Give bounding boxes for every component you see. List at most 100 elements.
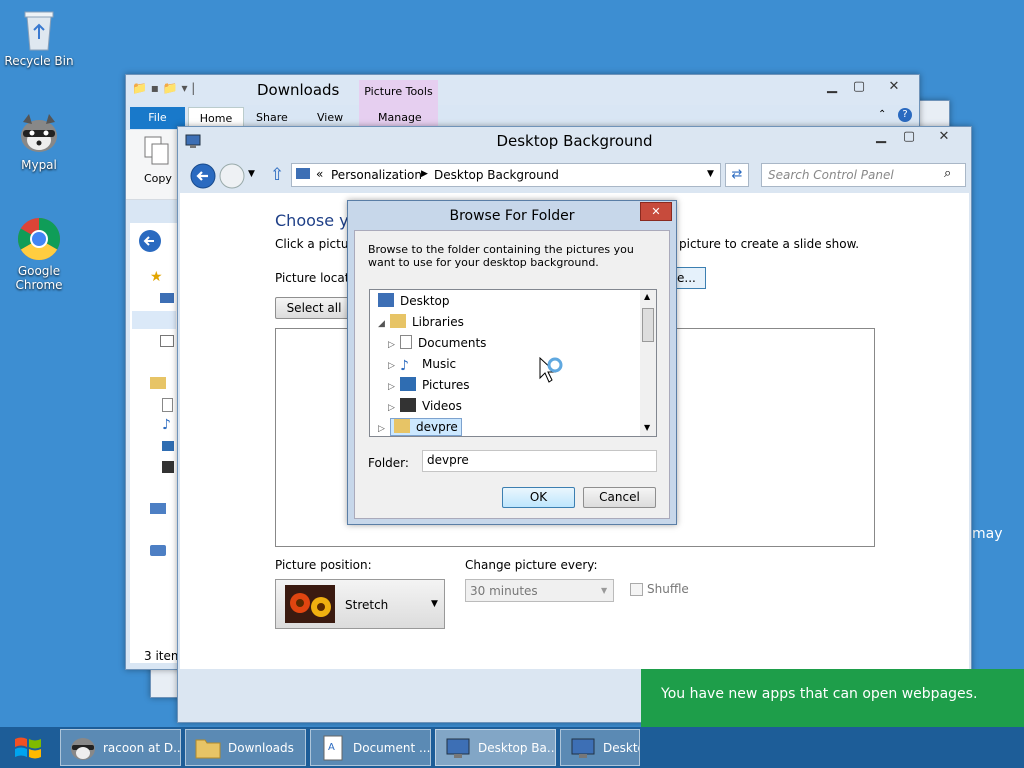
notification-message: You have new apps that can open webpages… — [661, 686, 978, 702]
network-nav-icon[interactable] — [150, 545, 166, 556]
close-button[interactable]: ✕ — [924, 129, 964, 147]
up-arrow-icon[interactable]: ⇧ — [270, 165, 284, 185]
maximize-button[interactable]: ▢ — [846, 79, 872, 97]
busy-cursor-icon — [539, 356, 563, 383]
libraries-icon — [390, 314, 406, 328]
tree-item-libraries[interactable]: ◢ Libraries — [378, 312, 464, 332]
recent-pages-dropdown-icon[interactable]: ▼ — [248, 169, 255, 179]
shuffle-checkbox[interactable] — [630, 583, 643, 596]
collapsed-arrow-icon[interactable]: ▷ — [388, 377, 400, 397]
downloads-nav-icon[interactable] — [132, 311, 176, 329]
ribbon-collapse-icon[interactable]: ⌃ — [878, 109, 886, 120]
select-all-button[interactable]: Select all — [275, 297, 353, 319]
quick-access-toolbar[interactable]: 📁 ▪ 📁 ▾ | — [132, 81, 195, 95]
tree-item-devpre[interactable]: ▷ devpre — [378, 417, 462, 436]
help-icon[interactable]: ? — [898, 108, 912, 122]
pictures-nav-icon[interactable] — [162, 441, 174, 451]
breadcrumb-overflow[interactable]: « — [316, 167, 323, 181]
start-button[interactable] — [0, 729, 55, 768]
breadcrumb-desktop-background[interactable]: Desktop Background — [434, 168, 559, 182]
documents-nav-icon[interactable] — [162, 398, 173, 412]
taskbar-item-document[interactable]: A Document ... — [310, 729, 431, 766]
instruction-text-right: picture to create a slide show. — [679, 237, 860, 251]
chevron-down-icon: ▼ — [431, 599, 438, 609]
taskbar-item-desktop-background[interactable]: Desktop Ba... — [435, 729, 556, 766]
change-every-value: 30 minutes — [470, 584, 538, 598]
ok-button[interactable]: OK — [502, 487, 575, 508]
tree-item-desktop[interactable]: Desktop — [378, 291, 450, 311]
pictures-icon — [400, 377, 416, 391]
tree-item-pictures[interactable]: ▷ Pictures — [388, 375, 470, 395]
breadcrumb-separator-icon: ▶ — [421, 169, 428, 179]
taskbar-item-downloads[interactable]: Downloads — [185, 729, 306, 766]
scroll-down-icon[interactable]: ▼ — [644, 423, 650, 432]
collapsed-arrow-icon[interactable]: ▷ — [388, 335, 400, 355]
minimize-button[interactable]: ▁ — [868, 129, 894, 147]
control-panel-icon — [571, 738, 595, 758]
scrollbar-thumb[interactable] — [642, 308, 654, 342]
shuffle-label: Shuffle — [647, 582, 689, 596]
expanded-arrow-icon[interactable]: ◢ — [378, 314, 390, 334]
desktop-icon-google-chrome[interactable]: Google Chrome — [4, 216, 74, 292]
documents-icon — [400, 335, 412, 349]
tree-item-videos[interactable]: ▷ Videos — [388, 396, 462, 416]
maximize-button[interactable]: ▢ — [896, 129, 922, 147]
control-panel-icon — [446, 738, 470, 758]
window-title: Downloads — [257, 81, 340, 99]
close-button[interactable]: ✕ — [640, 202, 672, 221]
change-every-label: Change picture every: — [465, 558, 598, 572]
search-icon[interactable]: ⌕ — [944, 166, 951, 181]
refresh-icon[interactable]: ⇄ — [725, 163, 749, 187]
explorer-titlebar[interactable] — [126, 75, 919, 105]
breadcrumb-personalization[interactable]: Personalization — [331, 168, 422, 182]
favorites-star-icon[interactable]: ★ — [150, 269, 163, 285]
address-control-panel-icon — [296, 168, 310, 179]
copy-icon[interactable] — [144, 136, 170, 166]
videos-nav-icon[interactable] — [162, 461, 174, 473]
dialog-description: Browse to the folder containing the pict… — [368, 243, 634, 269]
browse-for-folder-dialog[interactable]: Browse For Folder ✕ Browse to the folder… — [347, 200, 677, 525]
copy-label[interactable]: Copy — [144, 172, 172, 185]
search-placeholder: Search Control Panel — [768, 168, 894, 182]
tab-manage[interactable]: Manage — [378, 111, 422, 124]
music-icon: ♪ — [400, 358, 409, 374]
recent-places-icon[interactable] — [160, 335, 174, 347]
taskbar-item-desktop[interactable]: Desktop — [560, 729, 640, 766]
computer-nav-icon[interactable] — [150, 503, 166, 514]
tab-view[interactable]: View — [317, 111, 343, 124]
desktop-icon-label: Recycle Bin — [4, 54, 74, 68]
collapsed-arrow-icon[interactable]: ▷ — [378, 419, 390, 436]
address-dropdown-icon[interactable]: ▼ — [707, 169, 714, 179]
tab-share[interactable]: Share — [256, 111, 288, 124]
windows-logo-icon — [15, 737, 41, 759]
collapsed-arrow-icon[interactable]: ▷ — [388, 398, 400, 418]
minimize-button[interactable]: ▁ — [819, 79, 845, 97]
taskbar-item-racoon[interactable]: racoon at D... — [60, 729, 181, 766]
tree-item-music[interactable]: ▷ ♪ Music — [388, 354, 456, 374]
desktop-icon-recycle-bin[interactable]: Recycle Bin — [4, 8, 74, 68]
back-icon[interactable] — [138, 229, 162, 253]
folder-label: Folder: — [368, 456, 409, 470]
desktop-icon-label: Google Chrome — [15, 264, 63, 292]
libraries-nav-icon[interactable] — [150, 377, 166, 389]
desktop-icon-mypal[interactable]: Mypal — [4, 112, 74, 172]
page-heading: Choose yo — [275, 211, 359, 230]
tree-item-documents[interactable]: ▷ Documents — [388, 333, 486, 353]
scroll-up-icon[interactable]: ▲ — [644, 292, 650, 301]
close-button[interactable]: ✕ — [874, 79, 914, 97]
back-icon[interactable] — [190, 163, 216, 189]
chrome-icon — [17, 217, 61, 261]
desktop-icon — [378, 293, 394, 307]
browse-button[interactable]: e... — [674, 267, 706, 289]
videos-icon — [400, 398, 416, 412]
folder-tree[interactable]: Desktop ◢ Libraries ▷ Documents ▷ ♪ Music ▷ P… — [369, 289, 657, 437]
chevron-down-icon: ▼ — [601, 586, 608, 595]
desktop-nav-icon[interactable] — [160, 293, 174, 303]
forward-icon[interactable] — [219, 163, 245, 189]
music-nav-icon[interactable]: ♪ — [162, 417, 171, 433]
folder-field-value: devpre — [427, 453, 469, 467]
flower-thumbnail-icon — [285, 585, 335, 623]
collapsed-arrow-icon[interactable]: ▷ — [388, 356, 400, 376]
window-title: Desktop Background — [496, 132, 653, 150]
cancel-button[interactable]: Cancel — [583, 487, 656, 508]
